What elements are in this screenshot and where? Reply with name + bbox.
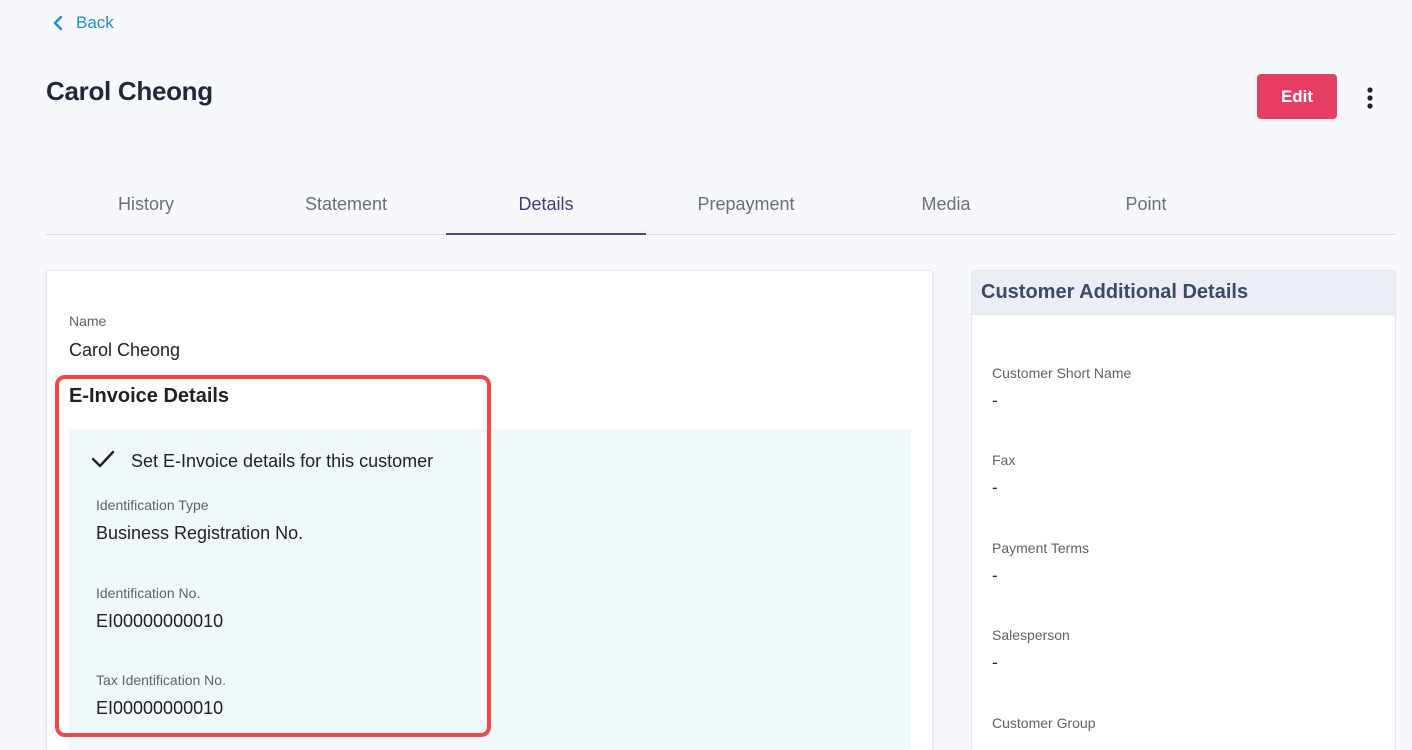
details-card: Name Carol Cheong E-Invoice Details Set … [46, 270, 933, 750]
tab-details[interactable]: Details [446, 174, 646, 235]
back-link[interactable]: Back [52, 12, 114, 34]
chevron-left-icon [52, 15, 64, 31]
name-label: Name [69, 313, 107, 329]
id-type-value: Business Registration No. [96, 523, 304, 543]
page-title: Carol Cheong [46, 76, 213, 106]
payment-terms-label: Payment Terms [992, 540, 1089, 556]
einvoice-checkbox[interactable]: Set E-Invoice details for this customer [91, 449, 433, 474]
checkmark-icon [91, 449, 115, 474]
fax-label: Fax [992, 452, 1016, 468]
payment-terms-value: - [992, 566, 998, 585]
additional-details-card: Customer Additional Details Customer Sho… [971, 270, 1396, 750]
customer-details-page: Back Carol Cheong Edit History Statement… [0, 0, 1412, 750]
edit-button[interactable]: Edit [1257, 74, 1337, 119]
tax-id-value: EI00000000010 [96, 698, 224, 718]
id-no-label: Identification No. [96, 585, 201, 601]
additional-details-title: Customer Additional Details [972, 271, 1395, 315]
tab-statement[interactable]: Statement [246, 174, 446, 234]
id-no-value: EI00000000010 [96, 611, 224, 631]
einvoice-panel: Set E-Invoice details for this customer … [69, 429, 911, 750]
einvoice-checkbox-label: Set E-Invoice details for this customer [131, 451, 434, 471]
name-value: Carol Cheong [69, 340, 181, 360]
tab-history[interactable]: History [46, 174, 246, 234]
short-name-label: Customer Short Name [992, 365, 1132, 381]
back-label: Back [76, 13, 114, 32]
customer-group-label: Customer Group [992, 715, 1096, 731]
more-options-icon[interactable] [1358, 84, 1382, 112]
id-type-label: Identification Type [96, 497, 209, 513]
tab-media[interactable]: Media [846, 174, 1046, 234]
salesperson-label: Salesperson [992, 627, 1070, 643]
tab-point[interactable]: Point [1046, 174, 1246, 234]
tab-prepayment[interactable]: Prepayment [646, 174, 846, 234]
short-name-value: - [992, 391, 998, 410]
tax-id-label: Tax Identification No. [96, 672, 226, 688]
fax-value: - [992, 478, 998, 497]
salesperson-value: - [992, 653, 998, 672]
tab-bar: History Statement Details Prepayment Med… [46, 174, 1396, 235]
einvoice-heading: E-Invoice Details [69, 385, 230, 407]
